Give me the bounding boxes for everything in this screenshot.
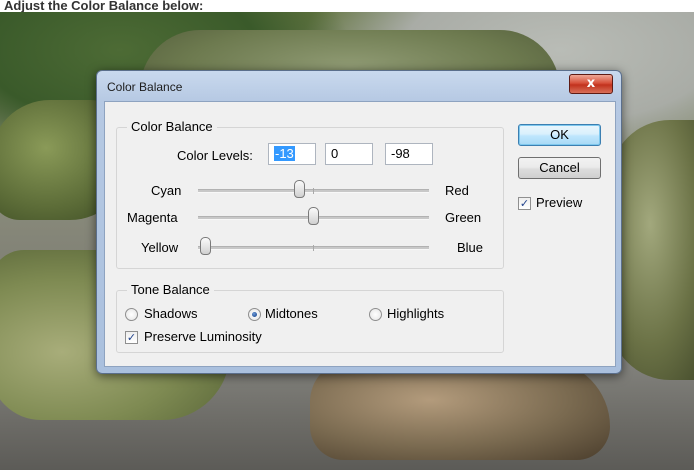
close-button[interactable]: x [569,74,613,94]
slider-cyan-label: Cyan [151,183,182,198]
tone-balance-group: Tone Balance Shadows Midtones Highlights… [116,282,504,353]
radio-selected-dot [252,312,257,317]
midtones-radio[interactable] [248,308,261,321]
level-magenta-green-value: 0 [331,146,339,161]
slider-blue-label: Blue [457,240,484,255]
color-balance-dialog: Color Balance x Color Balance Color Leve… [96,70,622,374]
color-levels-label: Color Levels: [177,148,253,163]
level-yellow-blue-input[interactable]: -98 [385,143,433,165]
color-balance-legend: Color Balance [127,119,217,134]
shadows-radio[interactable] [125,308,138,321]
highlights-radio[interactable] [369,308,382,321]
preview-label[interactable]: Preview [536,195,582,210]
slider-green-label: Green [445,210,482,225]
slider-red-label: Red [445,183,469,198]
cropped-caption: Adjust the Color Balance below: [0,0,694,12]
highlights-label[interactable]: Highlights [387,306,444,321]
dialog-client: Color Balance Color Levels: -13 0 -98 Cy… [104,101,616,367]
photo-crocodile-leg [310,360,610,460]
level-yellow-blue-value: -98 [391,146,410,161]
checkmark-icon: ✓ [126,331,137,344]
preview-checkbox[interactable]: ✓ [518,197,531,210]
tone-balance-legend: Tone Balance [127,282,214,297]
cancel-button[interactable]: Cancel [518,157,601,179]
shadows-label[interactable]: Shadows [144,306,197,321]
ok-button[interactable]: OK [518,124,601,146]
preserve-luminosity-checkbox[interactable]: ✓ [125,331,138,344]
color-balance-group: Color Balance Color Levels: -13 0 -98 Cy… [116,119,504,269]
yellow-blue-slider-center-tick [313,245,314,251]
preserve-luminosity-label[interactable]: Preserve Luminosity [144,329,262,344]
midtones-label[interactable]: Midtones [265,306,318,321]
level-magenta-green-input[interactable]: 0 [325,143,373,165]
magenta-green-slider-thumb[interactable] [308,207,319,225]
dialog-title: Color Balance [107,80,183,94]
slider-magenta-label: Magenta [127,210,178,225]
level-cyan-red-value: -13 [274,146,295,161]
close-icon: x [586,76,596,91]
photo-crocodile-body [610,120,694,380]
yellow-blue-slider-thumb[interactable] [200,237,212,255]
cyan-red-slider-thumb[interactable] [293,180,305,198]
slider-yellow-label: Yellow [141,240,179,255]
title-bar[interactable]: Color Balance x [97,71,621,101]
level-cyan-red-input[interactable]: -13 [268,143,316,165]
cyan-red-slider-center-tick [313,188,314,194]
checkmark-icon: ✓ [519,197,530,210]
